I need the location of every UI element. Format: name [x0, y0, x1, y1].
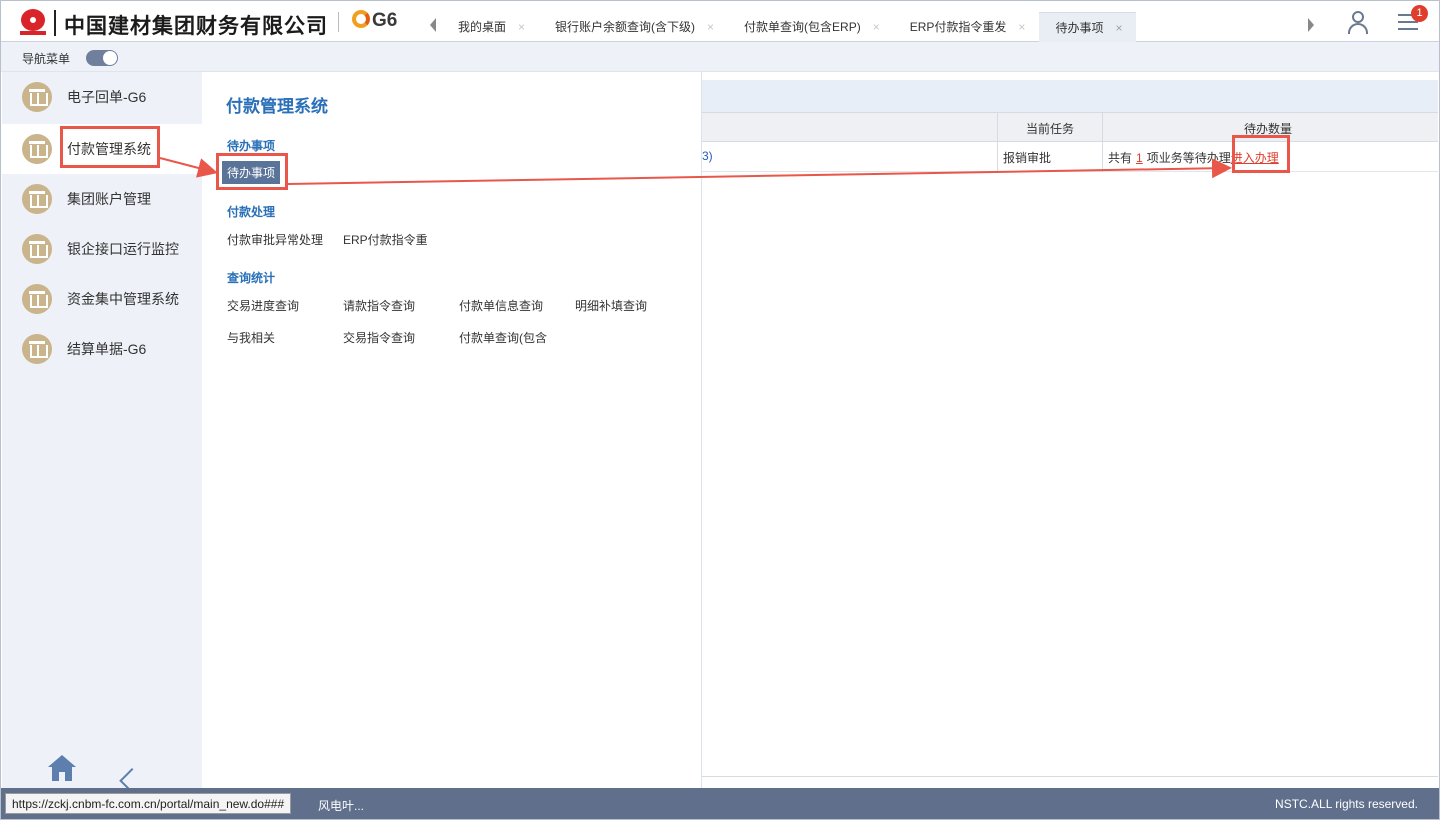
nav-toolbar: 导航菜单: [0, 42, 1440, 72]
menu-link-detail-supplement-query[interactable]: 明细补填查询: [575, 297, 647, 314]
menu-link-erp-resend[interactable]: ERP付款指令重: [343, 231, 428, 248]
product-divider: [338, 12, 339, 32]
company-name: 中国建材集团财务有限公司: [64, 14, 328, 38]
status-bar-url: https://zckj.cnbm-fc.com.cn/portal/main_…: [5, 793, 292, 814]
flyout-title: 付款管理系统: [226, 97, 328, 116]
bank-icon: [22, 334, 52, 364]
tab-close-icon[interactable]: ×: [707, 13, 714, 41]
tab-todo[interactable]: 待办事项 ×: [1039, 12, 1137, 42]
sidebar-item-label: 银企接口运行监控: [67, 241, 179, 257]
tab-scroll-right-icon[interactable]: [1308, 18, 1314, 32]
sidebar-item-settlement-docs[interactable]: 结算单据-G6: [2, 324, 202, 374]
highlight-todo-link: [216, 153, 288, 190]
menu-link-transaction-order-query[interactable]: 交易指令查询: [343, 329, 415, 346]
tab-label: 我的桌面: [458, 20, 507, 34]
pending-prefix: 共有: [1108, 151, 1133, 165]
tab-bank-balance-query[interactable]: 银行账户余额查询(含下级) ×: [539, 12, 728, 42]
tab-label: 待办事项: [1055, 20, 1104, 35]
content-bottom-border: [702, 776, 1438, 777]
content-toolbar: [702, 80, 1438, 112]
tab-close-icon[interactable]: ×: [1018, 13, 1025, 41]
company-logo-icon: [20, 9, 46, 37]
app-header: 中国建材集团财务有限公司 G6 我的桌面 × 银行账户余额查询(含下级) × 付款单…: [0, 0, 1440, 42]
nav-menu-label: 导航菜单: [22, 52, 71, 66]
section-title-payment-processing: 付款处理: [227, 205, 276, 219]
nav-menu-toggle[interactable]: [86, 50, 118, 66]
sidebar-item-label: 集团账户管理: [67, 191, 151, 207]
product-logo: G6: [352, 10, 397, 32]
menu-link-payment-order-query[interactable]: 付款单查询(包含: [459, 329, 547, 346]
column-separator: [1102, 112, 1103, 172]
tab-bar: 我的桌面 × 银行账户余额查询(含下级) × 付款单查询(包含ERP) × ERP付款…: [442, 12, 1137, 42]
table-header: 当前任务 待办数量: [702, 112, 1438, 142]
menu-link-payment-request-query[interactable]: 请款指令查询: [343, 297, 415, 314]
bank-icon: [22, 82, 52, 112]
sidebar-item-bank-interface-monitor[interactable]: 银企接口运行监控: [2, 224, 202, 274]
sidebar-item-label: 电子回单-G6: [67, 89, 147, 105]
user-icon[interactable]: [1346, 10, 1370, 34]
menu-link-approval-exception[interactable]: 付款审批异常处理: [227, 231, 323, 248]
main-content: 当前任务 待办数量 3) 报销审批 共有 1 项业务等待办理进入办理: [702, 72, 1438, 788]
column-header-current-task: 当前任务: [1026, 122, 1075, 136]
table-row[interactable]: 3) 报销审批 共有 1 项业务等待办理进入办理: [702, 142, 1438, 172]
menu-link-transaction-progress[interactable]: 交易进度查询: [227, 297, 299, 314]
row-name-fragment: 3): [702, 149, 713, 163]
bank-icon: [22, 284, 52, 314]
bank-icon: [22, 134, 52, 164]
sidebar-item-label: 资金集中管理系统: [67, 291, 179, 307]
collapse-left-icon[interactable]: [128, 756, 144, 782]
pending-suffix: 项业务等待办理: [1146, 151, 1231, 165]
menu-link-payment-info-query[interactable]: 付款单信息查询: [459, 297, 543, 314]
sidebar: 电子回单-G6 付款管理系统 集团账户管理 银企接口运行监控 资金集中管理系统 …: [2, 72, 202, 788]
bank-icon: [22, 184, 52, 214]
sidebar-item-fund-concentration[interactable]: 资金集中管理系统: [2, 274, 202, 324]
footer-copyright: NSTC.ALL rights reserved.: [1275, 797, 1418, 811]
menu-link-related-to-me[interactable]: 与我相关: [227, 329, 275, 346]
section-title-query-stats: 查询统计: [227, 271, 276, 285]
toggle-knob: [103, 51, 117, 65]
highlight-sidebar-payment: [60, 126, 160, 168]
sidebar-item-electronic-receipt[interactable]: 电子回单-G6: [2, 72, 202, 122]
sidebar-item-label: 结算单据-G6: [67, 341, 147, 357]
tab-close-icon[interactable]: ×: [873, 13, 880, 41]
highlight-enter-handle: [1232, 135, 1290, 173]
tab-label: 银行账户余额查询(含下级): [555, 20, 696, 34]
notification-badge[interactable]: 1: [1411, 5, 1428, 22]
logo-divider: [54, 10, 56, 36]
column-separator: [997, 112, 998, 172]
g6-ring-icon: [352, 10, 370, 28]
tab-my-desktop[interactable]: 我的桌面 ×: [442, 12, 539, 42]
tab-scroll-left-icon[interactable]: [430, 18, 436, 32]
tab-label: ERP付款指令重发: [909, 20, 1007, 34]
tab-close-icon[interactable]: ×: [518, 13, 525, 41]
home-icon[interactable]: [48, 755, 76, 781]
tab-erp-payment-resend[interactable]: ERP付款指令重发 ×: [894, 12, 1040, 42]
row-current-task: 报销审批: [1003, 151, 1052, 165]
pending-count[interactable]: 1: [1136, 151, 1143, 165]
tab-close-icon[interactable]: ×: [1115, 14, 1122, 42]
bank-icon: [22, 234, 52, 264]
tab-label: 付款单查询(包含ERP): [744, 20, 861, 34]
tab-payment-order-query[interactable]: 付款单查询(包含ERP) ×: [728, 12, 894, 42]
section-title-todo: 待办事项: [227, 139, 276, 153]
sidebar-item-group-account[interactable]: 集团账户管理: [2, 174, 202, 224]
footer-ticker: 风电叶...: [318, 799, 365, 813]
